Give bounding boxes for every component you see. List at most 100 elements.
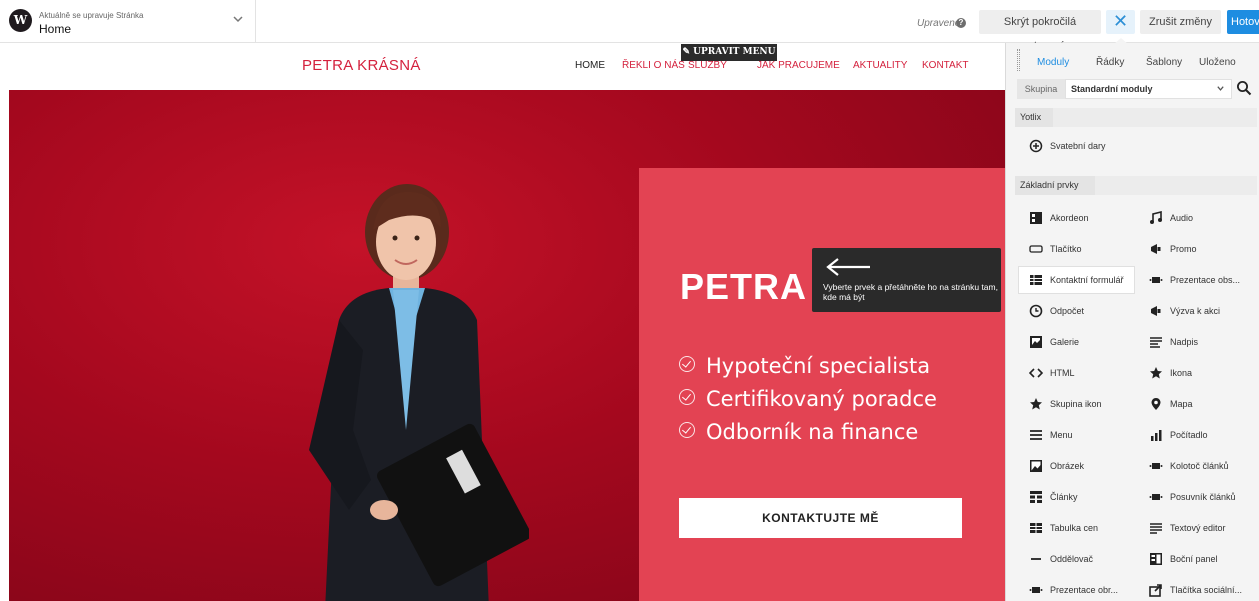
module-label: Počítadlo (1170, 430, 1208, 440)
module-item[interactable]: Oddělovač (1019, 546, 1134, 572)
editing-page-title[interactable]: Home (39, 22, 71, 36)
image-icon (1030, 460, 1042, 472)
module-label: Promo (1170, 244, 1197, 254)
module-item[interactable]: Boční panel (1139, 546, 1254, 572)
section-basic-bar (1095, 176, 1257, 195)
discard-changes-button[interactable]: Zrušit změny (1140, 10, 1221, 34)
nav-item-home[interactable]: HOME (575, 60, 605, 71)
module-item[interactable]: Promo (1139, 236, 1254, 262)
site-header: PETRA KRÁSNÁ HOME ŘEKLI O NÁS SLUŽBY JAK… (0, 43, 1005, 90)
button-icon (1029, 245, 1043, 253)
map-pin-icon (1151, 398, 1161, 410)
edit-menu-button[interactable]: ✎ UPRAVIT MENU (681, 44, 777, 61)
menu-icon (1030, 430, 1042, 440)
tab-moduly[interactable]: Moduly (1037, 57, 1069, 68)
done-button[interactable]: Hotovo (1227, 10, 1259, 34)
slides-icon (1029, 587, 1043, 593)
gallery-icon (1030, 336, 1042, 348)
module-item[interactable]: Mapa (1139, 391, 1254, 417)
module-item[interactable]: Prezentace obs... (1139, 267, 1254, 293)
module-label: Obrázek (1050, 461, 1085, 471)
posts-grid-icon (1030, 491, 1042, 503)
drag-handle-icon[interactable] (1017, 49, 1020, 71)
section-yotlix[interactable]: Yotlix (1015, 108, 1053, 127)
module-label: Výzva k akci (1170, 306, 1221, 316)
star-icon (1150, 367, 1162, 379)
module-svatebni-dary[interactable]: Svatební dary (1019, 133, 1219, 159)
drag-hint-tooltip: Vyberte prvek a přetáhněte ho na stránku… (812, 248, 1001, 312)
module-item[interactable]: Nadpis (1139, 329, 1254, 355)
builder-logo-icon[interactable]: W (9, 9, 32, 32)
module-label: Ikona (1170, 368, 1193, 378)
hero-feature-1: Hypoteční specialista (679, 354, 930, 378)
hero-feature-3: Odborník na finance (679, 420, 918, 444)
check-circle-icon (679, 356, 695, 372)
module-item[interactable]: HTML (1019, 360, 1134, 386)
table-icon (1030, 523, 1042, 533)
module-label: Mapa (1170, 399, 1193, 409)
module-item[interactable]: Skupina ikon (1019, 391, 1134, 417)
nav-item-reklo-o-nas[interactable]: ŘEKLI O NÁS (622, 60, 685, 71)
megaphone-icon (1151, 306, 1161, 316)
sidebar-panel-icon (1150, 553, 1162, 565)
hide-advanced-button[interactable]: Skrýt pokročilá nastavení (979, 10, 1101, 52)
module-item[interactable]: Tlačítka sociální... (1139, 577, 1254, 601)
slides-icon (1149, 494, 1163, 500)
hero-person-image (309, 184, 529, 601)
clock-icon (1029, 304, 1043, 318)
module-label: Skupina ikon (1050, 399, 1102, 409)
module-item[interactable]: Kontaktní formulář (1019, 267, 1134, 293)
module-label: Galerie (1050, 337, 1080, 347)
contact-me-button[interactable]: KONTAKTUJTE MĚ (679, 498, 962, 538)
nav-item-sluzby[interactable]: SLUŽBY (688, 60, 727, 71)
module-label: Tlačítka sociální... (1170, 585, 1243, 595)
section-yotlix-bar (1053, 108, 1257, 127)
hero-section[interactable]: PETRA K Hypoteční specialista Certifikov… (9, 90, 1005, 601)
module-item[interactable]: Tlačítko (1019, 236, 1134, 262)
nav-item-aktuality[interactable]: AKTUALITY (853, 60, 907, 71)
nav-item-jak-pracujeme[interactable]: JAK PRACUJEME (757, 60, 840, 71)
module-label: Tlačítko (1050, 244, 1082, 254)
module-item[interactable]: Galerie (1019, 329, 1134, 355)
hero-feature-2: Certifikovaný poradce (679, 387, 937, 411)
module-label: Prezentace obr... (1050, 585, 1119, 595)
module-item[interactable]: Výzva k akci (1139, 298, 1254, 324)
share-icon (1149, 584, 1162, 597)
heading-icon (1150, 337, 1162, 348)
separator-icon (1031, 558, 1041, 560)
module-item[interactable]: Články (1019, 484, 1134, 510)
module-item[interactable]: Odpočet (1019, 298, 1134, 324)
close-panel-button[interactable]: ✕ (1106, 10, 1135, 34)
tab-ulozeno[interactable]: Uloženo (1199, 57, 1236, 68)
arrow-left-icon (826, 258, 870, 276)
module-item[interactable]: Obrázek (1019, 453, 1134, 479)
module-label: Odpočet (1050, 306, 1085, 316)
module-item[interactable]: Audio (1139, 205, 1254, 231)
site-logo[interactable]: PETRA KRÁSNÁ (302, 57, 421, 74)
module-label: Články (1050, 492, 1078, 502)
help-icon[interactable]: ? (956, 18, 966, 28)
slides-icon (1149, 463, 1163, 469)
module-item[interactable]: Prezentace obr... (1019, 577, 1134, 601)
module-item[interactable]: Menu (1019, 422, 1134, 448)
tab-sablony[interactable]: Šablony (1146, 57, 1182, 68)
hero-card[interactable]: PETRA K Hypoteční specialista Certifikov… (639, 168, 1005, 601)
module-item[interactable]: Textový editor (1139, 515, 1254, 541)
module-label: Tabulka cen (1050, 523, 1099, 533)
module-item[interactable]: Akordeon (1019, 205, 1134, 231)
chevron-down-icon[interactable] (231, 12, 245, 26)
text-editor-icon (1150, 523, 1162, 534)
group-select[interactable]: Standardní moduly (1065, 79, 1232, 99)
module-item[interactable]: Posuvník článků (1139, 484, 1254, 510)
module-item[interactable]: Tabulka cen (1019, 515, 1134, 541)
tab-radky[interactable]: Řádky (1096, 57, 1124, 68)
module-item[interactable]: Počítadlo (1139, 422, 1254, 448)
module-label: Kontaktní formulář (1050, 275, 1124, 285)
module-label: Textový editor (1170, 523, 1226, 533)
module-item[interactable]: Ikona (1139, 360, 1254, 386)
nav-item-kontakt[interactable]: KONTAKT (922, 60, 968, 71)
megaphone-icon (1151, 244, 1161, 254)
module-item[interactable]: Kolotoč článků (1139, 453, 1254, 479)
section-zakladni-prvky[interactable]: Základní prvky (1015, 176, 1095, 195)
search-icon[interactable] (1236, 80, 1252, 96)
